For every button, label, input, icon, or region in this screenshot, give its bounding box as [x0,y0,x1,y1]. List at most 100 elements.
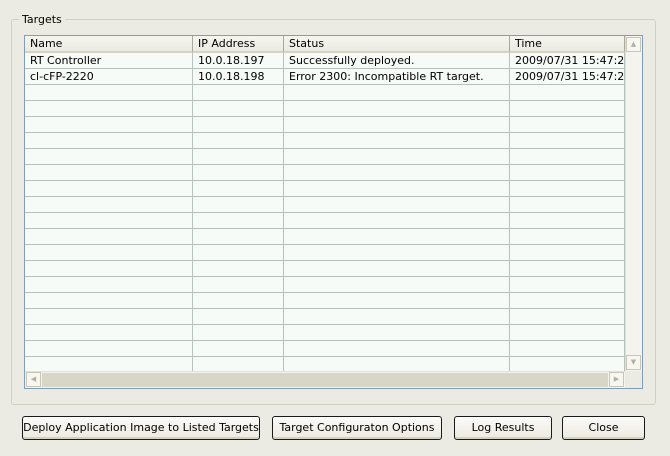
empty-cell [193,261,284,276]
empty-cell [25,117,193,132]
empty-cell [193,325,284,340]
empty-table-row [25,197,625,213]
empty-cell [284,197,510,212]
empty-cell [284,245,510,260]
empty-table-row [25,117,625,133]
empty-cell [510,117,625,132]
empty-table-row [25,149,625,165]
empty-cell [510,165,625,180]
empty-cell [25,165,193,180]
empty-cell [284,341,510,356]
empty-cell [510,133,625,148]
column-header-time[interactable]: Time [510,36,625,53]
empty-table-row [25,229,625,245]
scroll-left-arrow-icon[interactable]: ◀ [26,372,41,387]
empty-cell [193,293,284,308]
cell-name: cl-cFP-2220 [25,69,193,84]
empty-cell [193,229,284,244]
scrollbar-corner [625,371,642,388]
empty-cell [25,181,193,196]
empty-cell [193,341,284,356]
empty-table-row [25,293,625,309]
empty-cell [284,261,510,276]
empty-cell [25,101,193,116]
empty-table-row [25,325,625,341]
cell-status: Error 2300: Incompatible RT target. [284,69,510,84]
cell-ip-address: 10.0.18.198 [193,69,284,84]
column-header-name[interactable]: Name [25,36,193,53]
empty-cell [510,293,625,308]
log-results-button[interactable]: Log Results [454,416,552,440]
empty-cell [284,181,510,196]
empty-cell [284,101,510,116]
table-body: RT Controller 10.0.18.197 Successfully d… [25,53,625,373]
empty-cell [193,85,284,100]
empty-cell [284,309,510,324]
scroll-up-arrow-icon[interactable]: ▲ [626,37,641,52]
empty-table-row [25,277,625,293]
empty-cell [25,85,193,100]
empty-cell [25,277,193,292]
targets-group-title: Targets [19,13,65,27]
close-button[interactable]: Close [562,416,645,440]
empty-cell [284,293,510,308]
column-header-ip-address[interactable]: IP Address [193,36,284,53]
empty-table-row [25,309,625,325]
empty-cell [284,117,510,132]
empty-cell [25,341,193,356]
empty-cell [510,309,625,324]
empty-cell [510,341,625,356]
empty-cell [284,85,510,100]
empty-table-row [25,101,625,117]
empty-cell [284,165,510,180]
cell-name: RT Controller [25,53,193,68]
empty-table-row [25,181,625,197]
empty-table-row [25,245,625,261]
empty-cell [25,325,193,340]
table-row[interactable]: cl-cFP-2220 10.0.18.198 Error 2300: Inco… [25,69,625,85]
empty-cell [510,181,625,196]
vertical-scrollbar[interactable]: ▲ ▼ [625,36,642,371]
empty-cell [193,213,284,228]
empty-cell [284,357,510,372]
empty-table-row [25,133,625,149]
empty-cell [510,245,625,260]
horizontal-scroll-thumb[interactable] [42,373,608,387]
empty-cell [510,357,625,372]
empty-cell [193,133,284,148]
targets-table[interactable]: Name IP Address Status Time RT Controlle… [24,35,643,389]
empty-cell [25,197,193,212]
empty-cell [193,101,284,116]
empty-cell [510,101,625,116]
horizontal-scrollbar[interactable]: ◀ ▶ [25,371,625,388]
deploy-button[interactable]: Deploy Application Image to Listed Targe… [22,416,260,440]
empty-cell [284,277,510,292]
empty-table-row [25,85,625,101]
empty-cell [193,357,284,372]
cell-time: 2009/07/31 15:47:27 [510,69,625,84]
empty-cell [193,149,284,164]
column-header-status[interactable]: Status [284,36,510,53]
table-row[interactable]: RT Controller 10.0.18.197 Successfully d… [25,53,625,69]
empty-cell [25,261,193,276]
empty-cell [510,261,625,276]
empty-cell [193,277,284,292]
empty-cell [510,197,625,212]
empty-cell [25,293,193,308]
empty-cell [193,165,284,180]
empty-cell [510,229,625,244]
empty-cell [284,213,510,228]
empty-cell [284,133,510,148]
scroll-down-arrow-icon[interactable]: ▼ [626,355,641,370]
empty-cell [510,85,625,100]
empty-cell [193,181,284,196]
empty-cell [193,245,284,260]
cell-time: 2009/07/31 15:47:21 [510,53,625,68]
scroll-right-arrow-icon[interactable]: ▶ [609,372,624,387]
cell-ip-address: 10.0.18.197 [193,53,284,68]
empty-cell [193,197,284,212]
target-config-button[interactable]: Target Configuraton Options [272,416,442,440]
empty-cell [25,245,193,260]
empty-cell [510,149,625,164]
empty-table-row [25,261,625,277]
